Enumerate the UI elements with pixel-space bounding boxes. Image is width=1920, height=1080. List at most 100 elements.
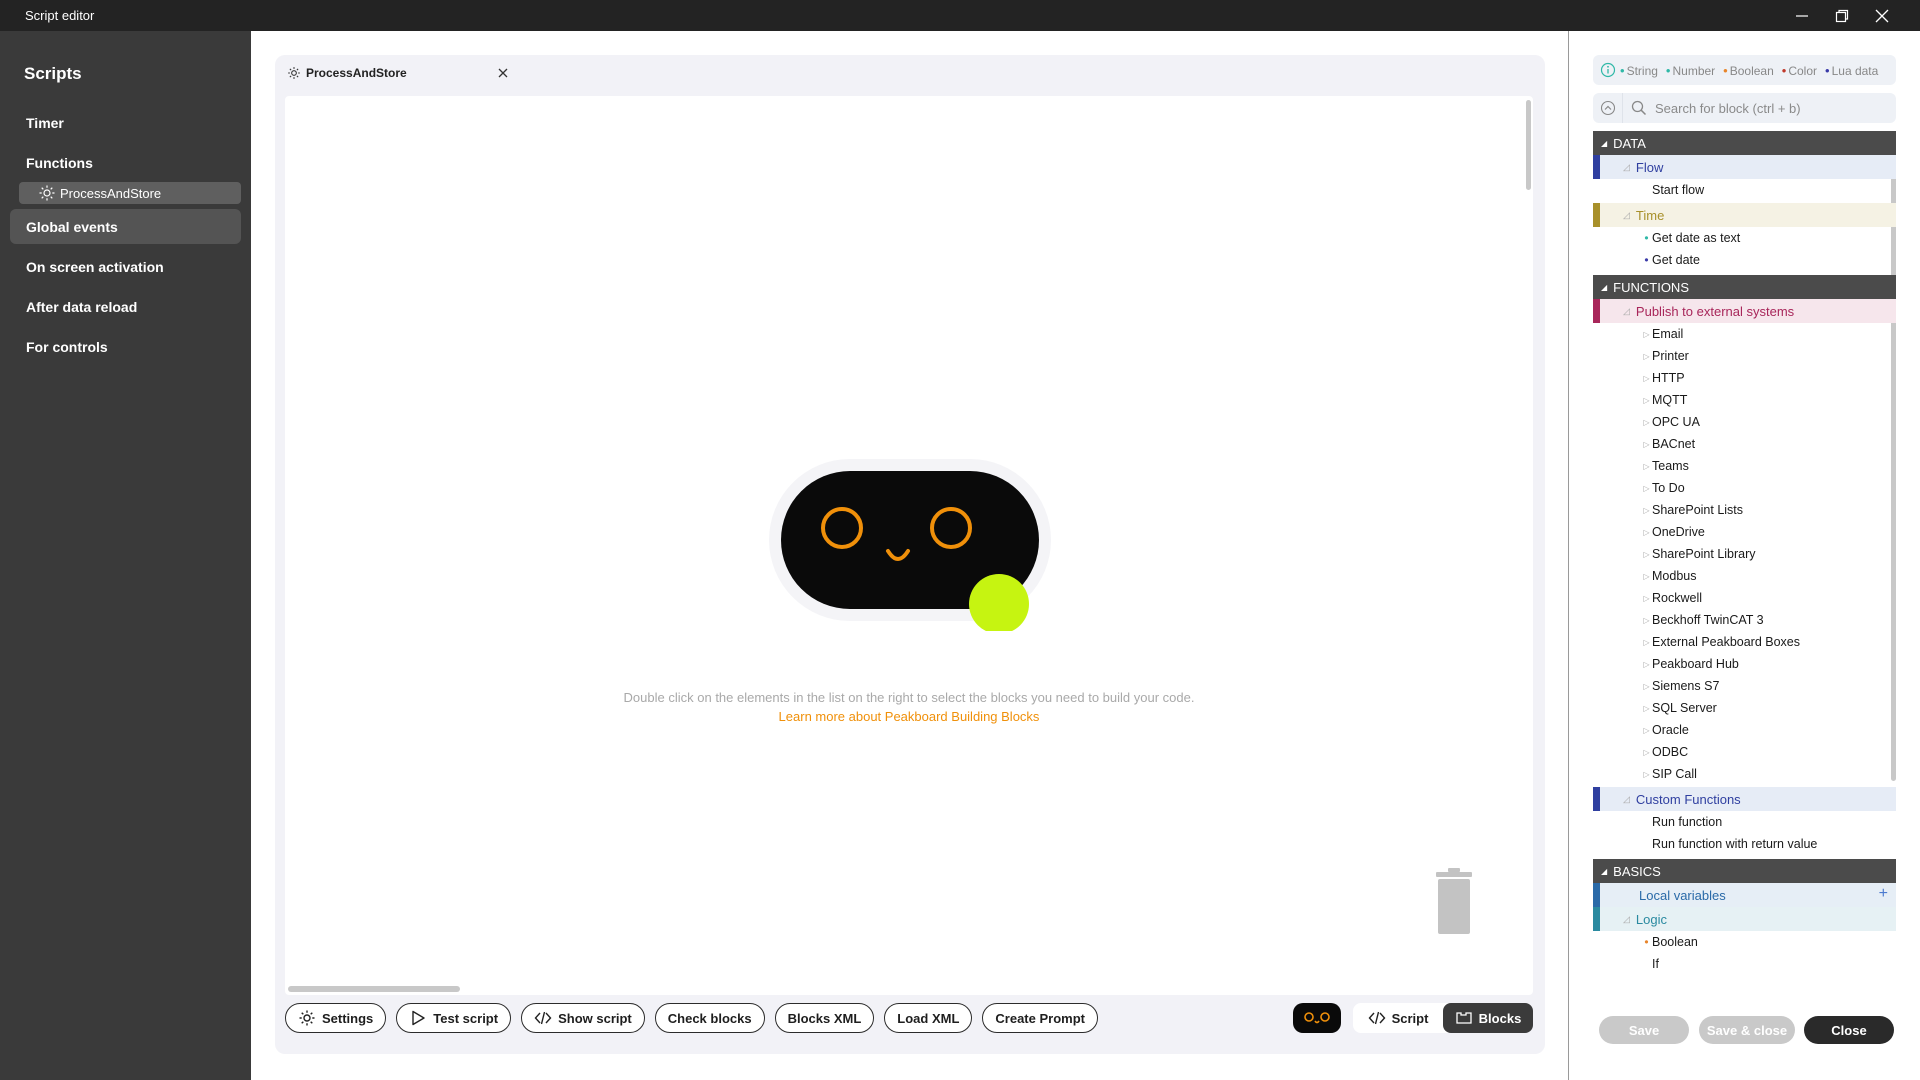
show-script-button[interactable]: Show script xyxy=(521,1003,645,1033)
category-publish-external[interactable]: ◿ Publish to external systems xyxy=(1593,299,1896,323)
block-group-printer[interactable]: ▷ Printer xyxy=(1641,345,1891,367)
window-title: Script editor xyxy=(25,8,95,23)
collapsed-triangle-icon: ▷ xyxy=(1643,329,1650,339)
block-group-to-do[interactable]: ▷ To Do xyxy=(1641,477,1891,499)
block-group-peakboard-hub[interactable]: ▷ Peakboard Hub xyxy=(1641,653,1891,675)
category-custom-functions[interactable]: ◿ Custom Functions xyxy=(1593,787,1896,811)
sidebar-item-global-events[interactable]: Global events xyxy=(10,209,241,244)
search-icon xyxy=(1631,100,1647,116)
collapsed-triangle-icon: ▷ xyxy=(1643,593,1650,603)
block-group-sip-call[interactable]: ▷ SIP Call xyxy=(1641,763,1891,785)
close-window-button[interactable] xyxy=(1860,0,1904,31)
block-group-external-peakboard-boxes[interactable]: ▷ External Peakboard Boxes xyxy=(1641,631,1891,653)
script-tab-label: ProcessAndStore xyxy=(306,66,407,80)
collapsed-triangle-icon: ▷ xyxy=(1643,461,1650,471)
collapse-all-button[interactable] xyxy=(1593,93,1623,123)
horizontal-scrollbar[interactable] xyxy=(288,986,460,992)
trash-icon[interactable] xyxy=(1434,868,1474,934)
view-script-toggle[interactable]: Script xyxy=(1353,1003,1443,1033)
close-tab-icon[interactable] xyxy=(495,65,511,81)
restore-button[interactable] xyxy=(1820,0,1864,31)
main-area: ProcessAndStore Double click on the elem… xyxy=(251,31,1569,1080)
save-and-close-button[interactable]: Save & close xyxy=(1699,1016,1795,1044)
block-group-teams[interactable]: ▷ Teams xyxy=(1641,455,1891,477)
load-xml-button[interactable]: Load XML xyxy=(884,1003,973,1033)
collapsed-triangle-icon: ▷ xyxy=(1643,615,1650,625)
add-variable-icon[interactable]: + xyxy=(1879,885,1888,903)
minimize-button[interactable] xyxy=(1780,0,1824,31)
blocks-xml-button[interactable]: Blocks XML xyxy=(774,1003,875,1033)
block-group-oracle[interactable]: ▷ Oracle xyxy=(1641,719,1891,741)
section-data[interactable]: ◢ DATA xyxy=(1593,131,1896,155)
block-run-function[interactable]: Run function xyxy=(1641,811,1891,833)
view-blocks-toggle[interactable]: Blocks xyxy=(1443,1003,1533,1033)
blocks-canvas[interactable]: Double click on the elements in the list… xyxy=(285,96,1533,995)
block-get-date-as-text[interactable]: • Get date as text xyxy=(1641,227,1891,249)
expanded-triangle-icon: ◿ xyxy=(1623,161,1630,172)
block-group-rockwell[interactable]: ▷ Rockwell xyxy=(1641,587,1891,609)
category-flow[interactable]: ◿ Flow xyxy=(1593,155,1896,179)
expanded-triangle-icon: ◿ xyxy=(1623,209,1630,220)
collapsed-triangle-icon: ▷ xyxy=(1643,395,1650,405)
block-group-opc-ua[interactable]: ▷ OPC UA xyxy=(1641,411,1891,433)
block-search-input[interactable] xyxy=(1655,100,1875,116)
create-prompt-button[interactable]: Create Prompt xyxy=(982,1003,1098,1033)
test-script-button[interactable]: Test script xyxy=(396,1003,512,1033)
show-script-label: Show script xyxy=(558,1010,632,1026)
collapsed-triangle-icon: ▷ xyxy=(1643,417,1650,427)
robot-face-icon xyxy=(1304,1012,1330,1024)
block-if[interactable]: If xyxy=(1641,953,1891,975)
sidebar-item-timer[interactable]: Timer xyxy=(10,105,241,140)
collapsed-triangle-icon: ▷ xyxy=(1643,725,1650,735)
script-tab[interactable]: ProcessAndStore xyxy=(281,61,511,85)
block-group-email[interactable]: ▷ Email xyxy=(1641,323,1891,345)
sidebar-item-on-screen-activation[interactable]: On screen activation xyxy=(10,249,241,284)
tree-scrollbar[interactable] xyxy=(1891,131,1896,781)
block-group-siemens-s7[interactable]: ▷ Siemens S7 xyxy=(1641,675,1891,697)
ai-assistant-button[interactable] xyxy=(1293,1003,1341,1033)
blocks-icon xyxy=(1456,1012,1472,1024)
category-local-variables[interactable]: Local variables + xyxy=(1593,883,1896,907)
block-group-bacnet[interactable]: ▷ BACnet xyxy=(1641,433,1891,455)
block-group-sharepoint-lists[interactable]: ▷ SharePoint Lists xyxy=(1641,499,1891,521)
info-icon[interactable] xyxy=(1600,62,1616,78)
expanded-triangle-icon: ◢ xyxy=(1601,138,1608,148)
block-group-beckhoff-twincat[interactable]: ▷ Beckhoff TwinCAT 3 xyxy=(1641,609,1891,631)
save-button[interactable]: Save xyxy=(1599,1016,1689,1044)
block-group-odbc[interactable]: ▷ ODBC xyxy=(1641,741,1891,763)
close-button[interactable]: Close xyxy=(1804,1016,1894,1044)
sidebar-item-for-controls[interactable]: For controls xyxy=(10,329,241,364)
sidebar-item-functions[interactable]: Functions xyxy=(10,145,241,180)
block-boolean[interactable]: • Boolean xyxy=(1641,931,1891,953)
block-get-date[interactable]: • Get date xyxy=(1641,249,1891,271)
sidebar-function-processandstore[interactable]: ProcessAndStore xyxy=(19,182,241,204)
block-group-sql-server[interactable]: ▷ SQL Server xyxy=(1641,697,1891,719)
vertical-scrollbar[interactable] xyxy=(1526,100,1531,190)
legend-number: • Number xyxy=(1665,62,1716,78)
collapsed-triangle-icon: ▷ xyxy=(1643,439,1650,449)
collapsed-triangle-icon: ▷ xyxy=(1643,571,1650,581)
view-toggle: Script Blocks xyxy=(1353,1003,1533,1033)
block-group-http[interactable]: ▷ HTTP xyxy=(1641,367,1891,389)
block-group-sharepoint-library[interactable]: ▷ SharePoint Library xyxy=(1641,543,1891,565)
robot-mascot-icon xyxy=(769,459,1051,631)
block-editor: ProcessAndStore Double click on the elem… xyxy=(275,55,1545,1054)
blocks-tree: ◢ DATA ◿ Flow Start flow ◿ Time • Get date a… xyxy=(1593,131,1896,1001)
check-blocks-button[interactable]: Check blocks xyxy=(654,1003,765,1033)
settings-button[interactable]: Settings xyxy=(285,1003,387,1033)
collapsed-triangle-icon: ▷ xyxy=(1643,703,1650,713)
expanded-triangle-icon: ◿ xyxy=(1623,913,1630,924)
block-group-modbus[interactable]: ▷ Modbus xyxy=(1641,565,1891,587)
section-functions[interactable]: ◢ FUNCTIONS xyxy=(1593,275,1896,299)
collapsed-triangle-icon: ▷ xyxy=(1643,769,1650,779)
block-run-function-with-return[interactable]: Run function with return value xyxy=(1641,833,1891,855)
section-basics[interactable]: ◢ BASICS xyxy=(1593,859,1896,883)
category-time[interactable]: ◿ Time xyxy=(1593,203,1896,227)
block-group-onedrive[interactable]: ▷ OneDrive xyxy=(1641,521,1891,543)
sidebar-item-after-data-reload[interactable]: After data reload xyxy=(10,289,241,324)
block-group-mqtt[interactable]: ▷ MQTT xyxy=(1641,389,1891,411)
code-icon xyxy=(1368,1011,1386,1025)
block-start-flow[interactable]: Start flow xyxy=(1641,179,1891,201)
category-logic[interactable]: ◿ Logic xyxy=(1593,907,1896,931)
learn-more-link[interactable]: Learn more about Peakboard Building Bloc… xyxy=(285,709,1533,724)
